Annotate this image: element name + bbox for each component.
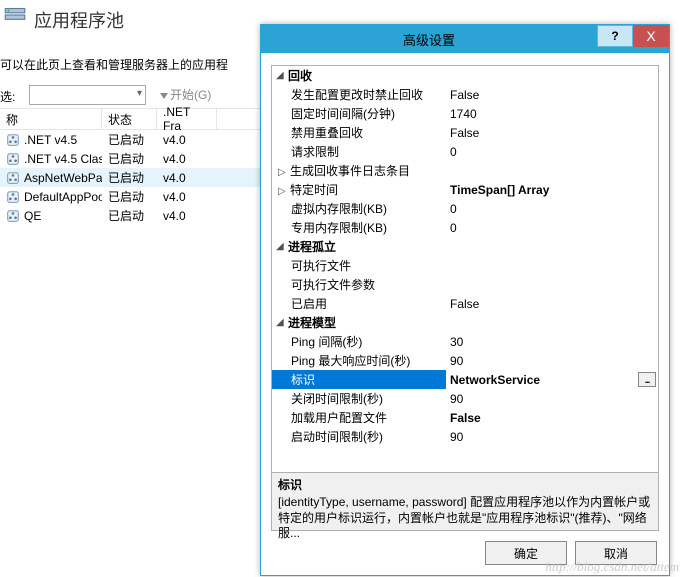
cancel-button[interactable]: 取消 bbox=[575, 541, 657, 565]
prop-row[interactable]: 固定时间间隔(分钟)1740 bbox=[272, 104, 658, 123]
expand-icon: ▷ bbox=[278, 186, 290, 197]
description-pane: 标识 [identityType, username, password] 配置… bbox=[271, 473, 659, 531]
col-status[interactable]: 状态 bbox=[102, 109, 157, 129]
property-scroller[interactable]: ◢回收 发生配置更改时禁止回收False 固定时间间隔(分钟)1740 禁用重叠… bbox=[272, 66, 658, 472]
prop-row[interactable]: ▷生成回收事件日志条目 bbox=[272, 161, 658, 180]
iis-panel: 应用程序池 可以在此页上查看和管理服务器上的应用程 选: 开始(G) 称 状态 … bbox=[0, 0, 265, 577]
pool-row[interactable]: DefaultAppPool已启动v4.0 bbox=[0, 187, 265, 206]
prop-row[interactable]: ▷特定时间TimeSpan[] Array bbox=[272, 180, 658, 199]
pool-row[interactable]: .NET v4.5 Clas...已启动v4.0 bbox=[0, 149, 265, 168]
prop-row[interactable]: 虚拟内存限制(KB)0 bbox=[272, 199, 658, 218]
prop-row[interactable]: 专用内存限制(KB)0 bbox=[272, 218, 658, 237]
collapse-icon: ◢ bbox=[276, 70, 288, 81]
expand-icon: ▷ bbox=[278, 167, 290, 178]
filter-icon bbox=[160, 93, 168, 99]
pool-row[interactable]: QE已启动v4.0 bbox=[0, 206, 265, 225]
desc-title: 标识 bbox=[278, 476, 652, 493]
category-model[interactable]: ◢进程模型 bbox=[272, 313, 658, 332]
col-name[interactable]: 称 bbox=[0, 109, 102, 129]
collapse-icon: ◢ bbox=[276, 241, 288, 252]
prop-row[interactable]: 可执行文件参数 bbox=[272, 275, 658, 294]
prop-row[interactable]: Ping 最大响应时间(秒)90 bbox=[272, 351, 658, 370]
page-title: 应用程序池 bbox=[34, 7, 124, 33]
ok-button[interactable]: 确定 bbox=[485, 541, 567, 565]
titlebar[interactable]: 高级设置 ? X bbox=[261, 25, 669, 53]
pool-row[interactable]: .NET v4.5已启动v4.0 bbox=[0, 130, 265, 149]
advanced-settings-dialog: 高级设置 ? X ◢回收 发生配置更改时禁止回收False 固定时间间隔(分钟)… bbox=[260, 24, 670, 576]
prop-row-identity[interactable]: 标识 NetworkService... bbox=[272, 370, 658, 389]
category-recycle[interactable]: ◢回收 bbox=[272, 66, 658, 85]
prop-row[interactable]: 启动时间限制(秒)90 bbox=[272, 427, 658, 446]
prop-row[interactable]: 发生配置更改时禁止回收False bbox=[272, 85, 658, 104]
app-pool-grid: 称 状态 .NET Fra .NET v4.5已启动v4.0.NET v4.5 … bbox=[0, 108, 265, 225]
grid-header[interactable]: 称 状态 .NET Fra bbox=[0, 108, 265, 130]
collapse-icon: ◢ bbox=[276, 317, 288, 328]
prop-row[interactable]: 禁用重叠回收False bbox=[272, 123, 658, 142]
start-button[interactable]: 开始(G) bbox=[160, 86, 211, 103]
property-grid: ◢回收 发生配置更改时禁止回收False 固定时间间隔(分钟)1740 禁用重叠… bbox=[271, 65, 659, 473]
help-button[interactable]: ? bbox=[597, 25, 633, 47]
prop-row[interactable]: 加载用户配置文件False bbox=[272, 408, 658, 427]
desc-text: [identityType, username, password] 配置应用程… bbox=[278, 495, 652, 542]
filter-dropdown[interactable] bbox=[29, 85, 146, 105]
prop-row[interactable]: Ping 间隔(秒)30 bbox=[272, 332, 658, 351]
category-orphan[interactable]: ◢进程孤立 bbox=[272, 237, 658, 256]
page-desc: 可以在此页上查看和管理服务器上的应用程 bbox=[0, 56, 228, 73]
col-net[interactable]: .NET Fra bbox=[157, 109, 217, 129]
server-icon bbox=[2, 2, 28, 28]
filter-label: 选: bbox=[0, 88, 15, 105]
prop-row[interactable]: 已启用False bbox=[272, 294, 658, 313]
prop-row[interactable]: 关闭时间限制(秒)90 bbox=[272, 389, 658, 408]
dialog-title: 高级设置 bbox=[261, 30, 597, 49]
prop-row[interactable]: 可执行文件 bbox=[272, 256, 658, 275]
prop-row[interactable]: 请求限制0 bbox=[272, 142, 658, 161]
close-button[interactable]: X bbox=[633, 25, 669, 47]
pool-row[interactable]: AspNetWebPa...已启动v4.0 bbox=[0, 168, 265, 187]
browse-button[interactable]: ... bbox=[638, 372, 656, 387]
dialog-buttons: 确定 取消 bbox=[485, 541, 657, 565]
